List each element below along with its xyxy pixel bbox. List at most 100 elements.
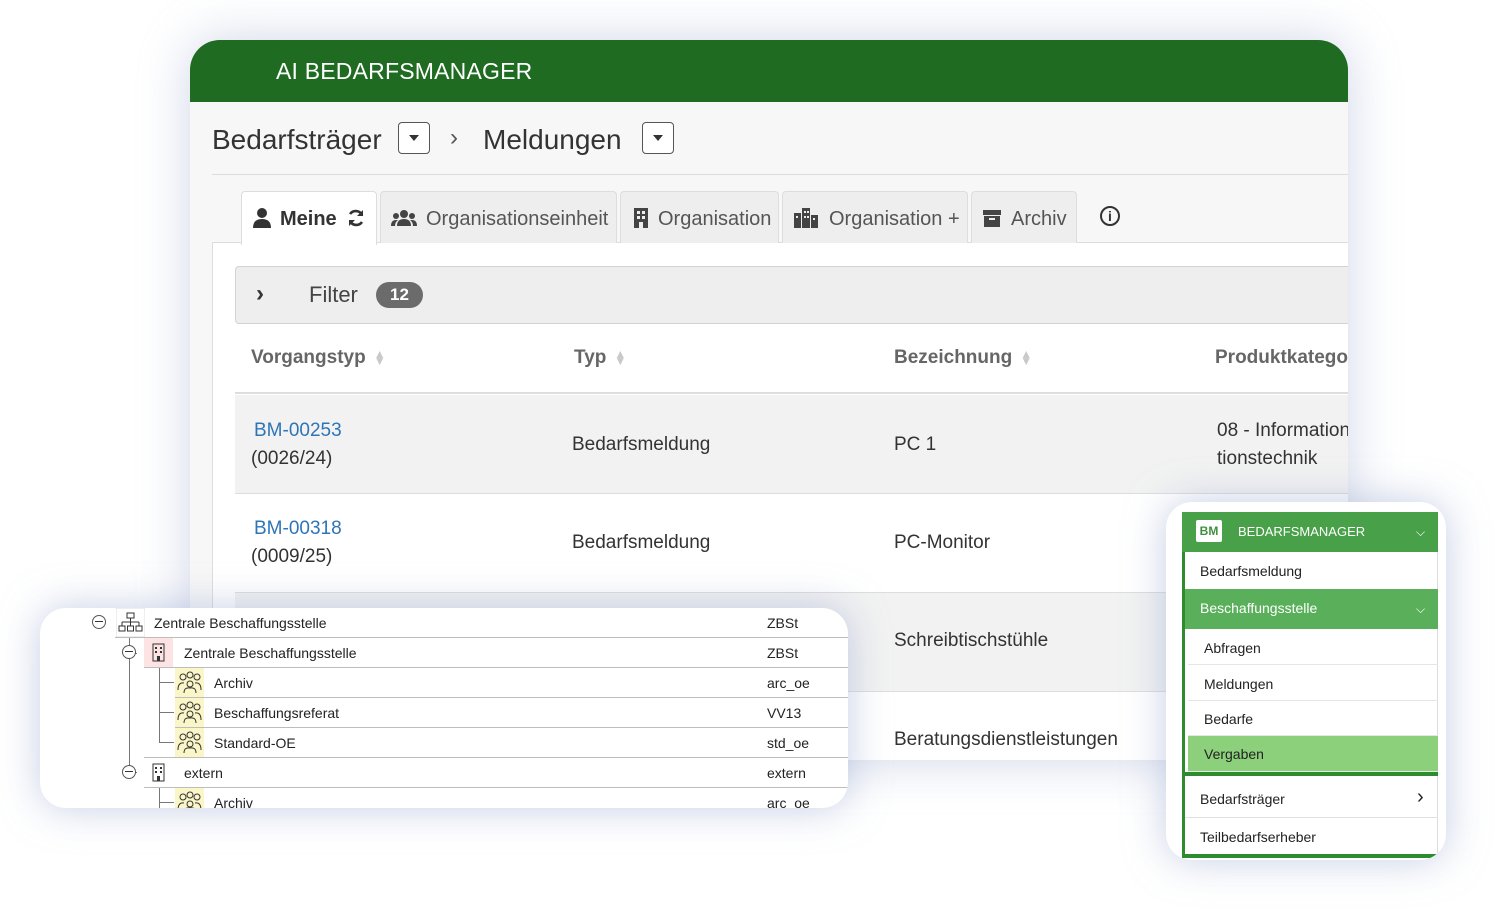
row-id-link[interactable]: BM-00253 <box>254 417 342 445</box>
menu-bottom-border <box>1185 854 1438 858</box>
tree-row[interactable]: Archiv arc_oe <box>40 668 848 698</box>
tree-code: arc_oe <box>767 795 810 808</box>
building-icon <box>634 208 648 228</box>
tab-organisation-plus[interactable]: Organisation + <box>782 191 968 243</box>
tab-meine[interactable]: Meine <box>241 191 377 245</box>
org-chart-icon <box>116 608 145 637</box>
tree-code: arc_oe <box>767 675 810 691</box>
column-header-typ-label: Typ <box>574 347 607 368</box>
sort-icon[interactable]: ▲ ▼ <box>374 348 386 367</box>
tab-organisationseinheit-label: Organisationseinheit <box>426 208 609 230</box>
column-header-produktkategorie-label: Produktkatego <box>1215 347 1348 368</box>
tab-archiv[interactable]: Archiv <box>971 191 1077 243</box>
filter-bar[interactable]: › Filter 12 <box>235 266 1348 324</box>
building-icon <box>144 638 173 667</box>
column-header-vorgangstyp[interactable]: Vorgangstyp ▲ ▼ <box>251 347 386 369</box>
tree-label: Zentrale Beschaffungsstelle <box>184 645 357 661</box>
tab-organisationseinheit[interactable]: Organisationseinheit <box>380 191 617 243</box>
menu-item-bedarfstraeger[interactable]: Bedarfsträger › <box>1185 778 1438 818</box>
city-icon <box>794 208 818 228</box>
breadcrumb-meldungen[interactable]: Meldungen <box>483 124 622 156</box>
app-title: AI BEDARFSMANAGER <box>276 58 533 84</box>
menu-header-title: BEDARFSMANAGER <box>1238 524 1366 539</box>
menu-item-label: Beschaffungsstelle <box>1200 600 1318 616</box>
row-bezeichnung: Schreibtischstühle <box>894 630 1049 651</box>
menu-item-label: Bedarfe <box>1204 711 1254 727</box>
row-bezeichnung: Beratungsdienstleistungen <box>894 729 1118 750</box>
tree-row[interactable]: Archiv arc_oe <box>40 788 848 808</box>
filter-label: Filter <box>309 282 358 307</box>
section-divider <box>1185 772 1438 776</box>
menu-item-label: Bedarfsträger <box>1200 791 1285 807</box>
column-header-typ[interactable]: Typ ▲ ▼ <box>574 347 626 369</box>
tree-row[interactable]: Zentrale Beschaffungsstelle ZBSt <box>40 638 848 668</box>
tree-code: extern <box>767 765 806 781</box>
menu-item-teilbedarfserheber[interactable]: Teilbedarfserheber <box>1185 818 1438 856</box>
column-header-produktkategorie[interactable]: Produktkatego <box>1215 347 1348 369</box>
side-menu-panel: BM BEDARFSMANAGER ⌵ Bedarfsmeldung Besch… <box>1166 502 1446 860</box>
chevron-right-icon[interactable]: › <box>256 280 264 308</box>
user-icon <box>253 208 271 228</box>
sort-icon[interactable]: ▲ ▼ <box>614 348 626 367</box>
menu-item-label: Meldungen <box>1204 676 1274 692</box>
menu-subitem-abfragen[interactable]: Abfragen <box>1188 630 1438 665</box>
chevron-down-icon[interactable]: ⌵ <box>1416 525 1425 540</box>
row-ref: (0009/25) <box>251 546 333 567</box>
menu-item-label: Abfragen <box>1204 640 1261 656</box>
row-typ: Bedarfsmeldung <box>572 532 711 553</box>
tab-organisation-label: Organisation <box>658 208 772 230</box>
tab-meine-label: Meine <box>280 208 337 230</box>
tree-code: std_oe <box>767 735 810 751</box>
users-icon <box>391 210 417 226</box>
sort-icon[interactable]: ▲ ▼ <box>1020 348 1032 367</box>
menu-subitem-meldungen[interactable]: Meldungen <box>1188 666 1438 701</box>
breadcrumb-bedarfstraeger[interactable]: Bedarfsträger <box>212 124 382 156</box>
collapse-icon[interactable] <box>122 645 136 659</box>
row-id-link[interactable]: BM-00318 <box>254 515 342 543</box>
menu-item-beschaffungsstelle[interactable]: Beschaffungsstelle ⌵ <box>1185 589 1438 629</box>
row-bezeichnung: PC-Monitor <box>894 532 991 553</box>
menu-item-bedarfsmeldung[interactable]: Bedarfsmeldung <box>1185 552 1438 590</box>
meldungen-dropdown-button[interactable] <box>642 122 674 154</box>
table-row[interactable]: BM-00253 (0026/24) Bedarfsmeldung PC 1 0… <box>235 395 1348 494</box>
chevron-down-icon[interactable]: ⌵ <box>1416 602 1425 617</box>
row-ref: (0026/24) <box>251 448 333 469</box>
tree-code: ZBSt <box>767 615 799 631</box>
column-header-bezeichnung-label: Bezeichnung <box>894 347 1013 368</box>
breadcrumb-separator: › <box>450 124 458 151</box>
bm-logo: BM <box>1196 520 1222 542</box>
archive-icon <box>983 210 1001 227</box>
menu-item-label: Vergaben <box>1204 746 1264 762</box>
refresh-icon[interactable] <box>346 208 366 228</box>
info-icon[interactable]: i <box>1100 206 1120 226</box>
table-header-divider <box>235 392 1348 394</box>
menu-header[interactable]: BM BEDARFSMANAGER ⌵ <box>1182 512 1438 552</box>
row-kategorie-cont: tionstechnik <box>1217 448 1318 469</box>
tree-row[interactable]: Beschaffungsreferat VV13 <box>40 698 848 728</box>
tree-row[interactable]: Zentrale Beschaffungsstelle ZBSt <box>40 608 848 638</box>
group-icon <box>175 698 204 727</box>
row-typ: Bedarfsmeldung <box>572 434 711 455</box>
filter-count-badge: 12 <box>376 282 423 308</box>
collapse-icon[interactable] <box>92 615 106 629</box>
menu-subitem-bedarfe[interactable]: Bedarfe <box>1188 701 1438 736</box>
group-icon <box>175 788 204 808</box>
tree-label: Beschaffungsreferat <box>214 705 340 721</box>
tab-organisation[interactable]: Organisation <box>620 191 779 243</box>
org-tree-panel: Zentrale Beschaffungsstelle ZBSt Zentral… <box>40 608 848 808</box>
menu-item-label: Teilbedarfserheber <box>1200 829 1316 845</box>
tree-row[interactable]: extern extern <box>40 758 848 788</box>
row-bezeichnung: PC 1 <box>894 434 937 455</box>
tree-code: VV13 <box>767 705 802 721</box>
tree-row[interactable]: Standard-OE std_oe <box>40 728 848 758</box>
header-divider <box>212 174 1348 175</box>
column-header-bezeichnung[interactable]: Bezeichnung ▲ ▼ <box>894 347 1032 369</box>
bedarfstraeger-dropdown-button[interactable] <box>398 122 430 154</box>
collapse-icon[interactable] <box>122 765 136 779</box>
tree-code: ZBSt <box>767 645 799 661</box>
menu-subitem-vergaben[interactable]: Vergaben <box>1188 736 1438 772</box>
chevron-right-icon[interactable]: › <box>1417 786 1424 809</box>
tab-organisation-plus-label: Organisation + <box>829 208 960 230</box>
breadcrumb: Bedarfsträger › Meldungen <box>212 120 812 160</box>
tree-label: Standard-OE <box>214 735 296 751</box>
